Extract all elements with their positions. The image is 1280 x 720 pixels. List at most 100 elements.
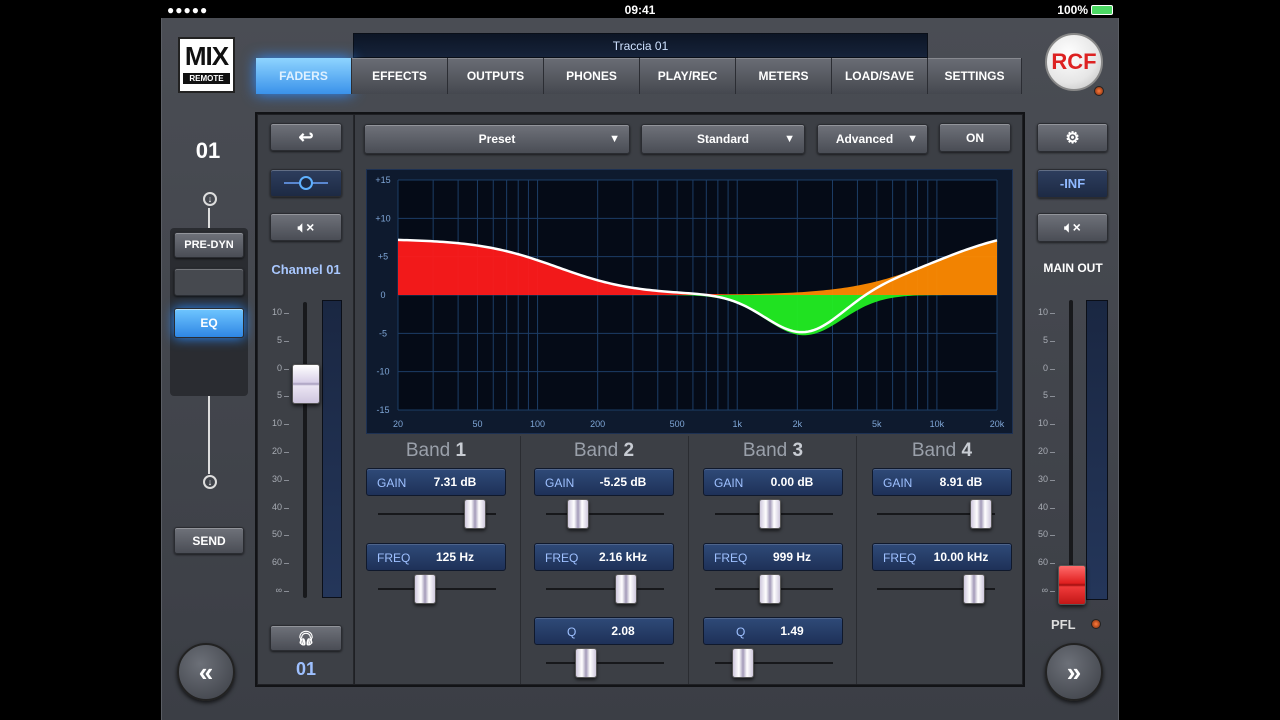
band-3-gain-slider[interactable] — [759, 499, 781, 529]
back-button[interactable]: ↩ — [270, 123, 342, 151]
band-3-gain-field[interactable]: GAIN 0.00 dB — [703, 468, 843, 496]
mute-button[interactable]: 🔈︎× — [270, 213, 342, 241]
band-1-freq-field[interactable]: FREQ 125 Hz — [366, 543, 506, 571]
band-2-gain-track — [546, 513, 664, 515]
band-2-q-field[interactable]: Q 2.08 — [534, 617, 674, 645]
tab-effects[interactable]: EFFECTS — [352, 58, 448, 94]
channel-fader-track — [303, 302, 307, 598]
headphone-button[interactable]: 🎧︎ — [270, 625, 342, 651]
fader-scale-tick — [1050, 452, 1055, 453]
x-axis-tick-label: 200 — [590, 419, 605, 429]
band-4-freq-slider[interactable] — [963, 574, 985, 604]
main-mute-button[interactable]: 🔈︎× — [1037, 213, 1108, 242]
band-1-gain-field[interactable]: GAIN 7.31 dB — [366, 468, 506, 496]
fader-scale-tick — [1050, 424, 1055, 426]
band-4-freq-field[interactable]: FREQ 10.00 kHz — [872, 543, 1012, 571]
fader-scale-tick — [1050, 535, 1055, 537]
fader-scale-label: 50 — [271, 529, 282, 540]
band-2-freq-slider[interactable] — [615, 574, 637, 604]
fader-scale-tick — [1050, 591, 1055, 592]
speaker-mute-icon: 🔈︎× — [297, 218, 315, 235]
speaker-mute-icon: 🔈︎× — [1064, 219, 1081, 235]
next-button[interactable]: » — [1045, 643, 1103, 701]
band-2-q-track — [546, 662, 664, 664]
pfl-led[interactable] — [1091, 619, 1101, 629]
eq-graph[interactable]: +15 +10 +5 0 -5 -10 -15 20 50 100 200 500 1k 2k 5k 10k 2… — [366, 169, 1013, 434]
mix-remote-logo: MIX REMOTE — [178, 37, 235, 93]
band-2-gain-field[interactable]: GAIN -5.25 dB — [534, 468, 674, 496]
y-axis-tick-label: +5 — [378, 252, 388, 262]
fader-scale-tick — [1050, 479, 1055, 481]
send-button[interactable]: SEND — [174, 527, 244, 554]
x-axis-tick-label: 50 — [472, 419, 482, 429]
previous-button[interactable]: « — [177, 643, 235, 701]
arrow-down-icon: ↓ — [203, 192, 217, 206]
tab-play-rec[interactable]: PLAY/REC — [640, 58, 736, 94]
fader-scale-tick — [1050, 563, 1055, 565]
band-4-gain-field[interactable]: GAIN 8.91 dB — [872, 468, 1012, 496]
pre-dyn-button[interactable]: PRE-DYN — [174, 232, 244, 258]
band-divider — [688, 436, 689, 684]
fader-scale-tick — [284, 368, 289, 370]
eq-on-button[interactable]: ON — [939, 123, 1011, 152]
tab-settings[interactable]: SETTINGS — [928, 58, 1022, 94]
advanced-dropdown[interactable]: Advanced — [817, 124, 928, 154]
fader-scale-tick — [1050, 507, 1055, 509]
y-axis-tick-label: +10 — [375, 213, 390, 223]
y-axis-tick-label: +15 — [375, 175, 390, 185]
main-tabs: FADERS EFFECTS OUTPUTS PHONES PLAY/REC M… — [256, 58, 1022, 94]
channel-fader-handle[interactable] — [292, 364, 320, 404]
fader-scale-tick — [1050, 396, 1055, 398]
main-out-label: MAIN OUT — [1043, 261, 1103, 275]
fader-scale-label: ∞ — [1041, 585, 1048, 595]
band-1-freq-track — [378, 588, 496, 590]
band-2-q-slider[interactable] — [575, 648, 597, 678]
fader-scale-label: 20 — [271, 446, 282, 456]
band-1-freq-slider[interactable] — [414, 574, 436, 604]
x-axis-tick-label: 10k — [930, 419, 945, 429]
fader-scale-tick — [284, 452, 289, 453]
band-2-freq-field[interactable]: FREQ 2.16 kHz — [534, 543, 674, 571]
x-axis-tick-label: 1k — [732, 419, 742, 429]
fader-scale-label: 30 — [1037, 473, 1048, 484]
band-3-freq-slider[interactable] — [759, 574, 781, 604]
y-axis-tick-label: 0 — [380, 290, 385, 300]
fader-scale-label: 60 — [271, 557, 282, 568]
band-3-q-slider[interactable] — [732, 648, 754, 678]
band-3-q-field[interactable]: Q 1.49 — [703, 617, 843, 645]
fader-scale-label: 5 — [276, 334, 282, 345]
arrow-down-icon: ↓ — [203, 475, 217, 489]
eq-button[interactable]: EQ — [174, 308, 244, 338]
eq-mode-dropdown[interactable]: Standard — [641, 124, 805, 154]
band-3-freq-field[interactable]: FREQ 999 Hz — [703, 543, 843, 571]
fader-scale-tick — [1050, 340, 1055, 342]
tab-meters[interactable]: METERS — [736, 58, 832, 94]
tab-faders[interactable]: FADERS — [256, 58, 352, 94]
dynamics-slot[interactable] — [174, 268, 244, 296]
clock: 09:41 — [624, 3, 656, 17]
undo-arrow-icon: ↩ — [298, 126, 314, 147]
fader-scale-tick — [284, 424, 289, 426]
tab-outputs[interactable]: OUTPUTS — [448, 58, 544, 94]
fader-scale-tick — [284, 535, 289, 537]
fader-scale-label: ∞ — [275, 585, 282, 595]
band-1-gain-slider[interactable] — [464, 499, 486, 529]
y-axis-tick-label: -10 — [376, 367, 389, 377]
band-2-freq-track — [546, 588, 664, 590]
fader-scale-label: 10 — [1037, 418, 1048, 429]
band-2-title: Band 2 — [573, 440, 635, 461]
fader-scale-label: 30 — [271, 473, 282, 484]
settings-button[interactable]: ⚙ — [1037, 123, 1108, 152]
tab-load-save[interactable]: LOAD/SAVE — [832, 58, 928, 94]
main-fader-handle[interactable] — [1058, 565, 1086, 605]
pan-control[interactable] — [270, 169, 342, 197]
main-level-meter — [1086, 300, 1108, 600]
y-axis-tick-label: -15 — [376, 405, 389, 415]
rcf-logo: RCF — [1045, 33, 1103, 91]
band-2-gain-slider[interactable] — [567, 499, 589, 529]
preset-dropdown[interactable]: Preset — [364, 124, 630, 154]
tab-phones[interactable]: PHONES — [544, 58, 640, 94]
band-4-gain-slider[interactable] — [970, 499, 992, 529]
double-chevron-left-icon: « — [198, 656, 214, 687]
fader-scale-label: 10 — [271, 307, 282, 317]
